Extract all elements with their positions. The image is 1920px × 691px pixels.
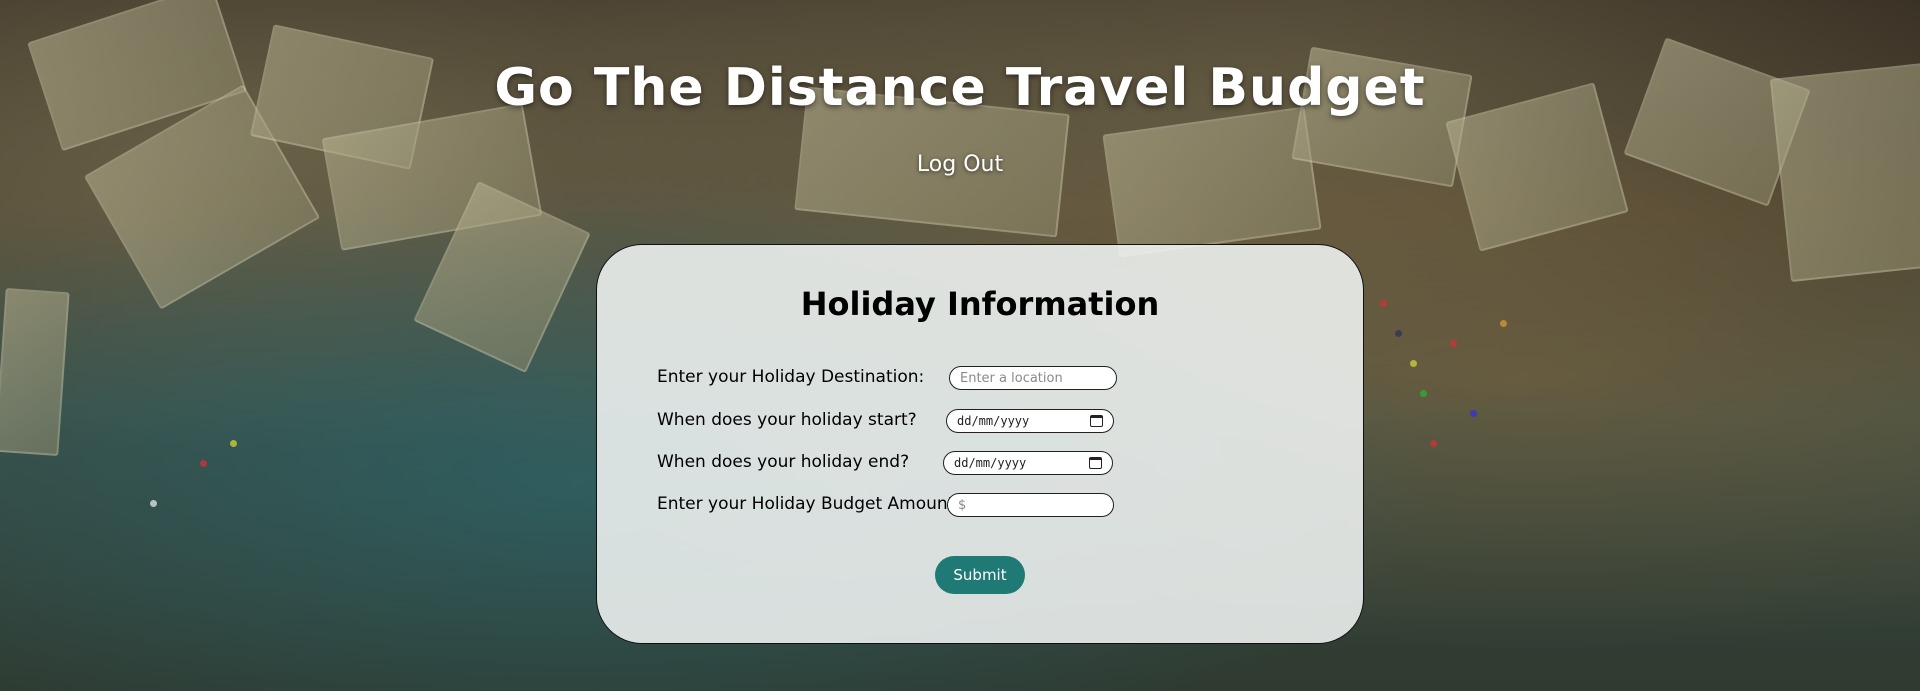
form-title: Holiday Information (800, 285, 1160, 323)
logout-link[interactable]: Log Out (917, 152, 1003, 177)
budget-label: Enter your Holiday Budget Amount: (657, 494, 961, 514)
budget-placeholder: $ (958, 497, 967, 513)
destination-placeholder: Enter a location (960, 370, 1063, 386)
destination-label: Enter your Holiday Destination: (657, 367, 925, 387)
end-date-value: dd/mm/yyyy (954, 456, 1027, 470)
logout-link-row: Log Out (0, 152, 1920, 177)
start-date-input[interactable]: dd/mm/yyyy (946, 409, 1114, 433)
end-date-row: When does your holiday end? (657, 449, 909, 475)
start-date-value: dd/mm/yyyy (957, 414, 1030, 428)
start-date-label: When does your holiday start? (657, 410, 917, 430)
page-title: Go The Distance Travel Budget (494, 58, 1426, 118)
end-date-input[interactable]: dd/mm/yyyy (943, 451, 1113, 475)
destination-row: Enter your Holiday Destination: (657, 364, 924, 390)
budget-row: Enter your Holiday Budget Amount: (657, 491, 960, 517)
start-date-row: When does your holiday start? (657, 407, 917, 433)
budget-input[interactable]: $ (947, 493, 1114, 517)
destination-input[interactable]: Enter a location (949, 366, 1117, 390)
submit-button[interactable]: Submit (935, 556, 1025, 594)
end-date-label: When does your holiday end? (657, 452, 910, 472)
calendar-icon[interactable] (1089, 457, 1102, 469)
holiday-form-card: Holiday Information Enter your Holiday D… (596, 244, 1364, 644)
calendar-icon[interactable] (1090, 415, 1103, 427)
